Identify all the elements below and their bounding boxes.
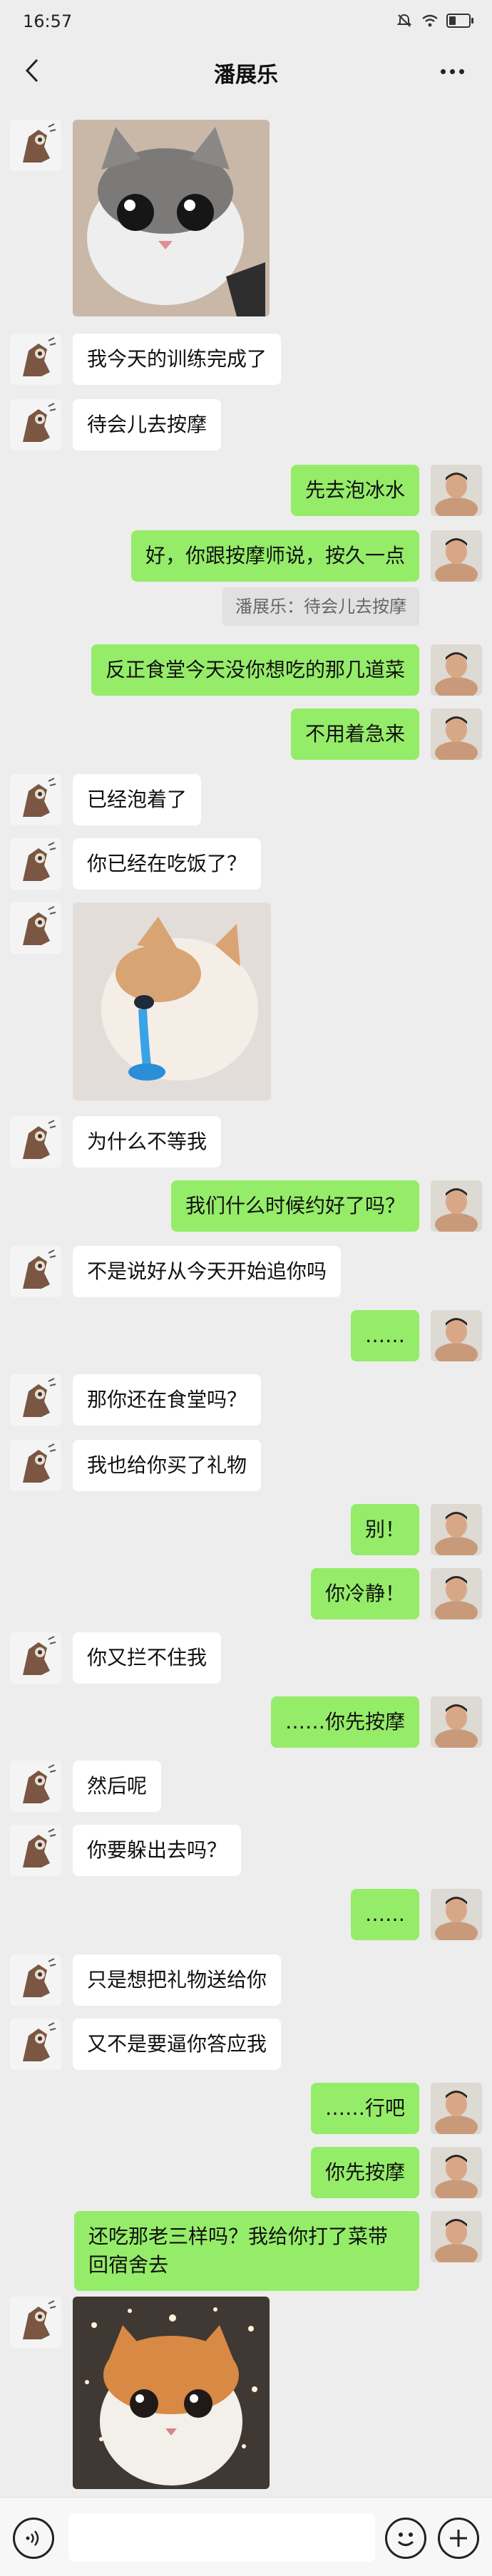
message-bubble-received[interactable]: 只是想把礼物送给你 <box>73 1954 282 2006</box>
message-bubble-received[interactable]: 你已经在吃饭了？ <box>73 838 262 890</box>
contact-avatar[interactable] <box>10 1954 61 2006</box>
emoji-button[interactable] <box>385 2518 426 2559</box>
message-bubble-received[interactable]: 又不是要逼你答应我 <box>73 2019 282 2070</box>
message-bubble-sent[interactable]: 你冷静！ <box>310 1568 419 1619</box>
message-bubble-received[interactable]: 为什么不等我 <box>73 1116 222 1168</box>
my-avatar[interactable] <box>431 2147 482 2198</box>
contact-avatar[interactable] <box>10 1440 61 1491</box>
kitten-sticker[interactable] <box>73 120 270 316</box>
voice-button[interactable] <box>13 2518 54 2559</box>
contact-avatar[interactable] <box>10 1246 61 1297</box>
contact-avatar[interactable] <box>10 774 61 825</box>
status-time: 16:57 <box>23 11 73 31</box>
more-button[interactable] <box>432 51 472 91</box>
message-bubble-received[interactable]: 不是说好从今天开始追你吗 <box>73 1246 342 1297</box>
message-bubble-received[interactable]: 你要躲出去吗？ <box>73 1825 242 1876</box>
silent-icon <box>395 13 414 29</box>
contact-avatar[interactable] <box>10 2019 61 2070</box>
my-avatar[interactable] <box>431 1310 482 1361</box>
more-dot-icon <box>440 68 446 74</box>
contact-avatar[interactable] <box>10 1374 61 1426</box>
contact-avatar[interactable] <box>10 120 61 171</box>
plus-icon <box>450 2530 467 2547</box>
message-bubble-sent[interactable]: 先去泡冰水 <box>290 465 419 516</box>
more-dot-icon <box>449 68 455 74</box>
battery-level <box>449 16 456 25</box>
message-bubble-received[interactable]: 我也给你买了礼物 <box>73 1440 262 1491</box>
status-icons <box>395 13 473 29</box>
quoted-message[interactable]: 潘展乐：待会儿去按摩 <box>222 587 419 626</box>
voice-icon <box>26 2530 39 2546</box>
message-bubble-received[interactable]: 待会儿去按摩 <box>73 399 222 450</box>
battery-icon <box>446 14 473 28</box>
message-bubble-received[interactable]: 那你还在食堂吗？ <box>73 1374 262 1426</box>
wifi-icon <box>421 13 439 29</box>
message-bubble-received[interactable]: 然后呢 <box>73 1761 162 1812</box>
my-avatar[interactable] <box>431 1696 482 1748</box>
my-avatar[interactable] <box>431 1568 482 1619</box>
chat-title: 潘展乐 <box>214 63 278 88</box>
my-avatar[interactable] <box>431 644 482 696</box>
message-bubble-sent[interactable]: 还吃那老三样吗？我给你打了菜带回宿舍去 <box>74 2211 419 2291</box>
message-bubble-sent[interactable]: 不用着急来 <box>290 709 419 760</box>
message-bubble-sent[interactable]: 反正食堂今天没你想吃的那几道菜 <box>91 644 419 696</box>
message-bubble-sent[interactable]: 我们什么时候约好了吗？ <box>170 1180 419 1232</box>
sparkle-cat-sticker[interactable] <box>73 2297 270 2489</box>
contact-avatar[interactable] <box>10 1116 61 1168</box>
my-avatar[interactable] <box>431 709 482 760</box>
message-bubble-sent[interactable]: ……行吧 <box>310 2083 419 2134</box>
message-bubble-sent[interactable]: 你先按摩 <box>310 2147 419 2198</box>
my-avatar[interactable] <box>431 1889 482 1940</box>
my-avatar[interactable] <box>431 2211 482 2262</box>
message-bubble-sent[interactable]: 好，你跟按摩师说，按久一点 <box>130 530 419 582</box>
message-bubble-received[interactable]: 你又拦不住我 <box>73 1632 222 1684</box>
status-bar: 16:57 <box>0 0 492 43</box>
message-bubble-sent[interactable]: …… <box>351 1310 419 1361</box>
emoji-icon <box>397 2533 414 2546</box>
more-dot-icon <box>458 68 464 74</box>
message-input[interactable] <box>68 2513 375 2562</box>
my-avatar[interactable] <box>431 1504 482 1555</box>
contact-avatar[interactable] <box>10 1632 61 1684</box>
message-bubble-sent[interactable]: 别！ <box>350 1504 419 1555</box>
contact-avatar[interactable] <box>10 399 61 450</box>
contact-avatar[interactable] <box>10 838 61 890</box>
contact-avatar[interactable] <box>10 1761 61 1812</box>
nav-bar: 潘展乐 <box>0 43 492 100</box>
crying-cat-sticker[interactable] <box>73 902 271 1101</box>
my-avatar[interactable] <box>431 465 482 516</box>
my-avatar[interactable] <box>431 2083 482 2134</box>
my-avatar[interactable] <box>431 1180 482 1232</box>
message-bubble-sent[interactable]: ……你先按摩 <box>270 1696 419 1748</box>
contact-avatar[interactable] <box>10 334 61 385</box>
contact-avatar[interactable] <box>10 1825 61 1876</box>
contact-avatar[interactable] <box>10 902 61 954</box>
my-avatar[interactable] <box>431 530 482 582</box>
contact-avatar[interactable] <box>10 2297 61 2348</box>
input-bar <box>0 2497 492 2576</box>
more-actions-button[interactable] <box>438 2518 479 2559</box>
message-bubble-received[interactable]: 我今天的训练完成了 <box>73 334 282 385</box>
message-bubble-received[interactable]: 已经泡着了 <box>73 774 202 825</box>
message-bubble-sent[interactable]: …… <box>351 1889 419 1940</box>
